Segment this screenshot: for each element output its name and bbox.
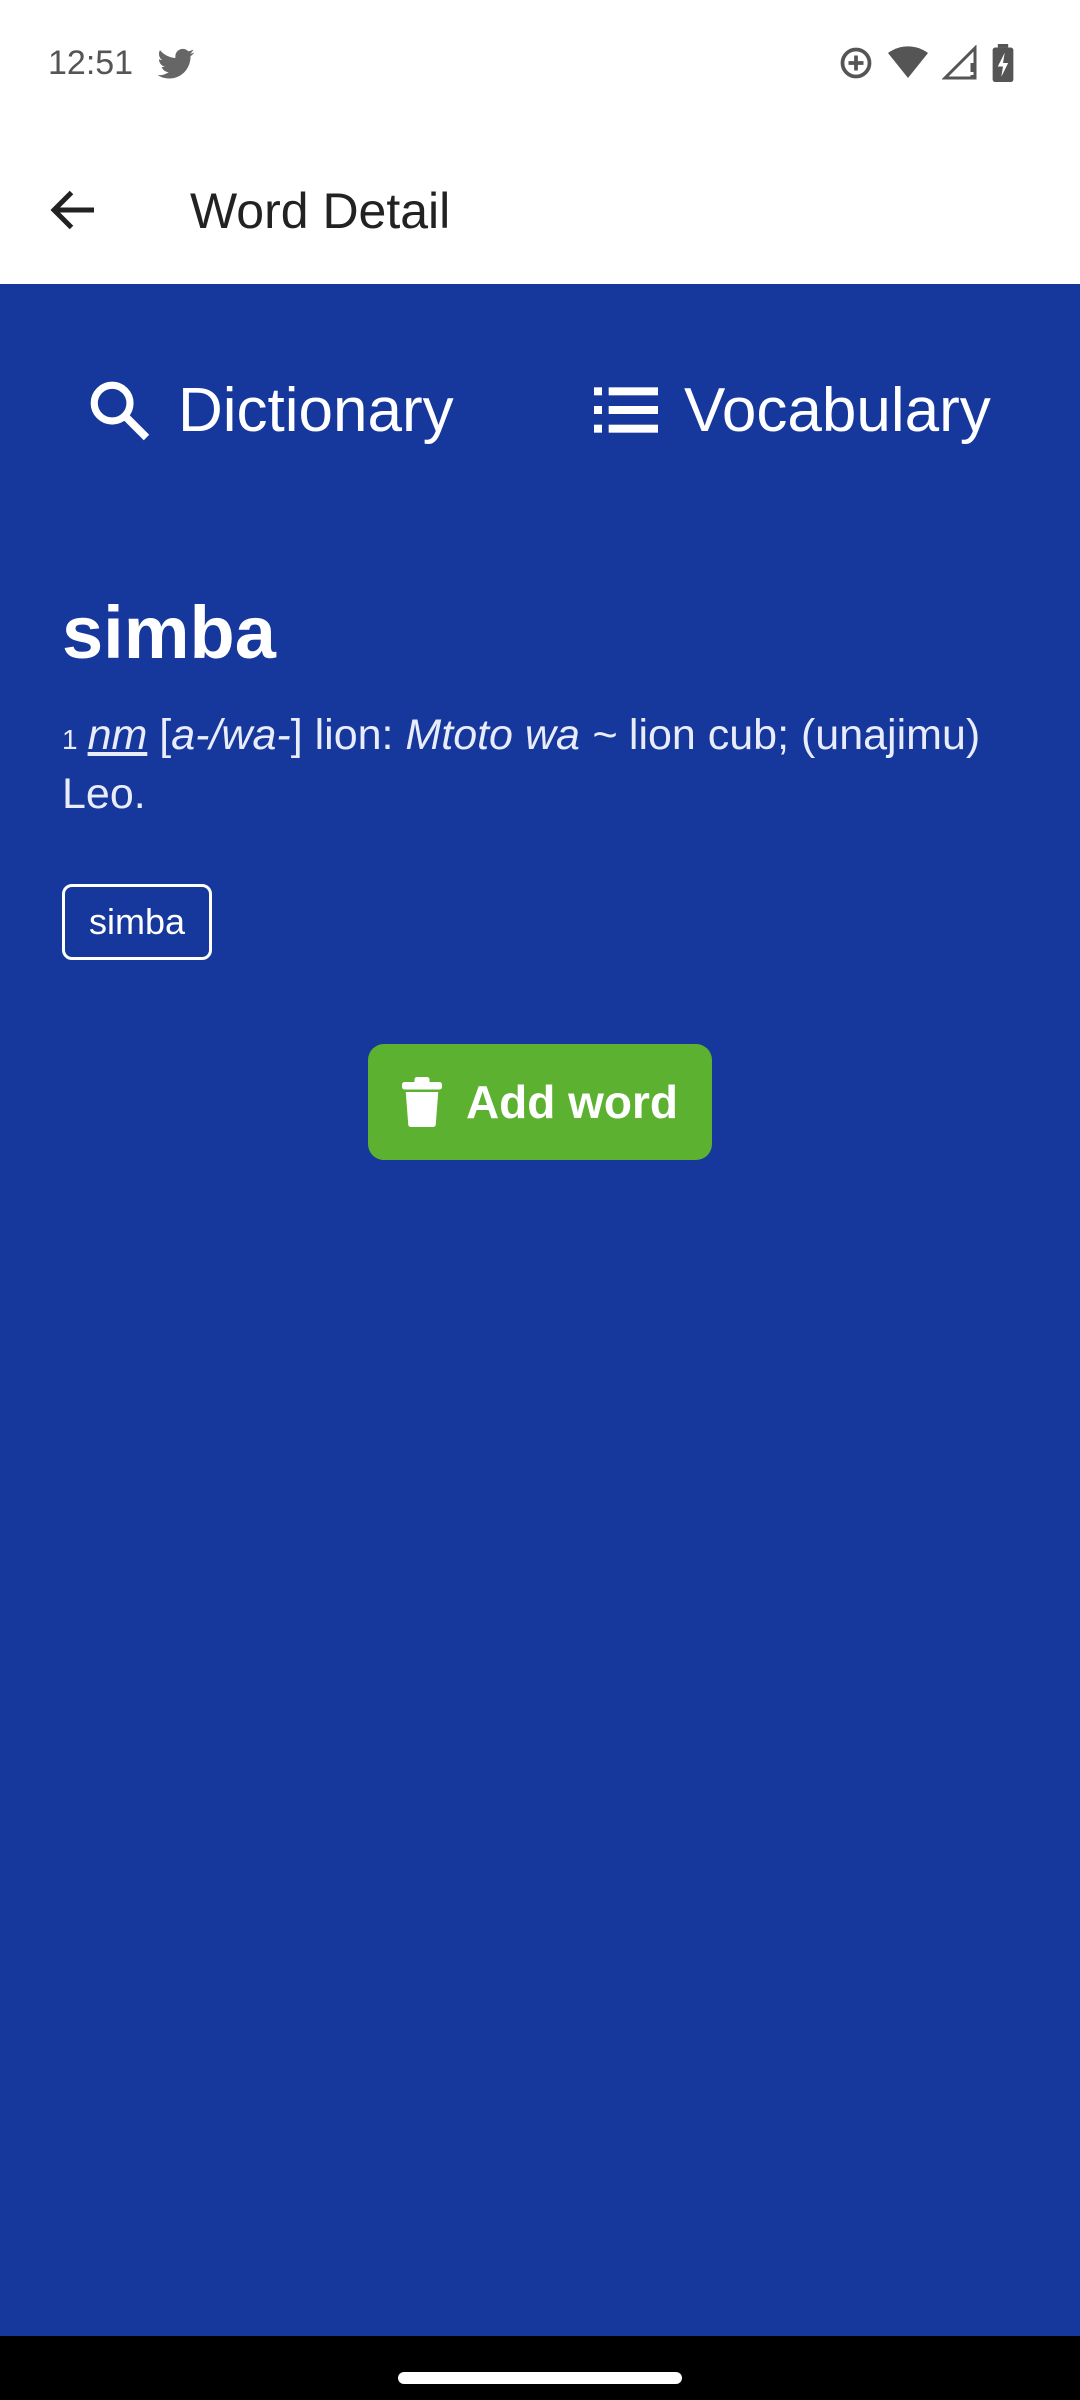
add-word-label: Add word <box>465 1076 679 1128</box>
status-time: 12:51 <box>48 44 134 82</box>
noun-class-open: [ <box>159 711 172 759</box>
list-icon <box>594 387 658 433</box>
word-tag-label: simba <box>89 901 186 942</box>
noun-class: a-/wa- <box>171 711 291 759</box>
word-tag-chip[interactable]: simba <box>62 884 213 960</box>
app-bar: Word Detail <box>0 136 1080 284</box>
status-bar: 12:51 <box>0 0 1080 136</box>
twitter-icon <box>157 48 195 79</box>
definition-number: 1 <box>62 724 78 755</box>
tab-dictionary[interactable]: Dictionary <box>86 360 454 460</box>
tab-vocabulary[interactable]: Vocabulary <box>594 360 991 460</box>
definition-meaning: lion: <box>302 711 406 759</box>
word-headword: simba <box>62 591 276 674</box>
signal-icon <box>942 45 977 80</box>
battery-charging-icon <box>992 44 1014 82</box>
trash-icon <box>401 1077 442 1127</box>
part-of-speech[interactable]: nm <box>88 711 148 759</box>
add-word-button[interactable]: Add word <box>368 1044 712 1160</box>
definition-example: Mtoto wa ~ <box>405 711 617 759</box>
navigation-bar <box>0 2336 1080 2400</box>
tab-dictionary-label: Dictionary <box>178 375 454 445</box>
wifi-icon <box>888 46 928 78</box>
data-saver-icon <box>840 47 872 79</box>
search-icon <box>90 381 150 441</box>
arrow-back-icon[interactable] <box>44 180 104 240</box>
word-definition: 1 nm [a-/wa-] lion: Mtoto wa ~ lion cub; … <box>62 708 1002 822</box>
tab-vocabulary-label: Vocabulary <box>684 375 991 445</box>
noun-class-close: ] <box>290 711 303 759</box>
page-title: Word Detail <box>190 183 451 239</box>
home-gesture-handle[interactable] <box>398 2372 682 2384</box>
